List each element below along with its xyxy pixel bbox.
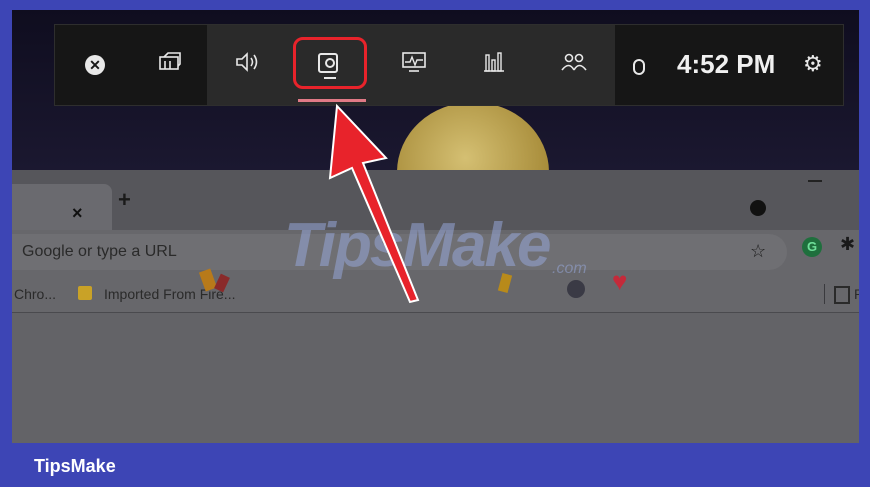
red-arrow-annotation [328,103,420,304]
footer-brand: TipsMake [34,456,116,476]
screenshot-area: × + Google or type a URL ☆ G ✱ Chro... I… [12,10,859,443]
